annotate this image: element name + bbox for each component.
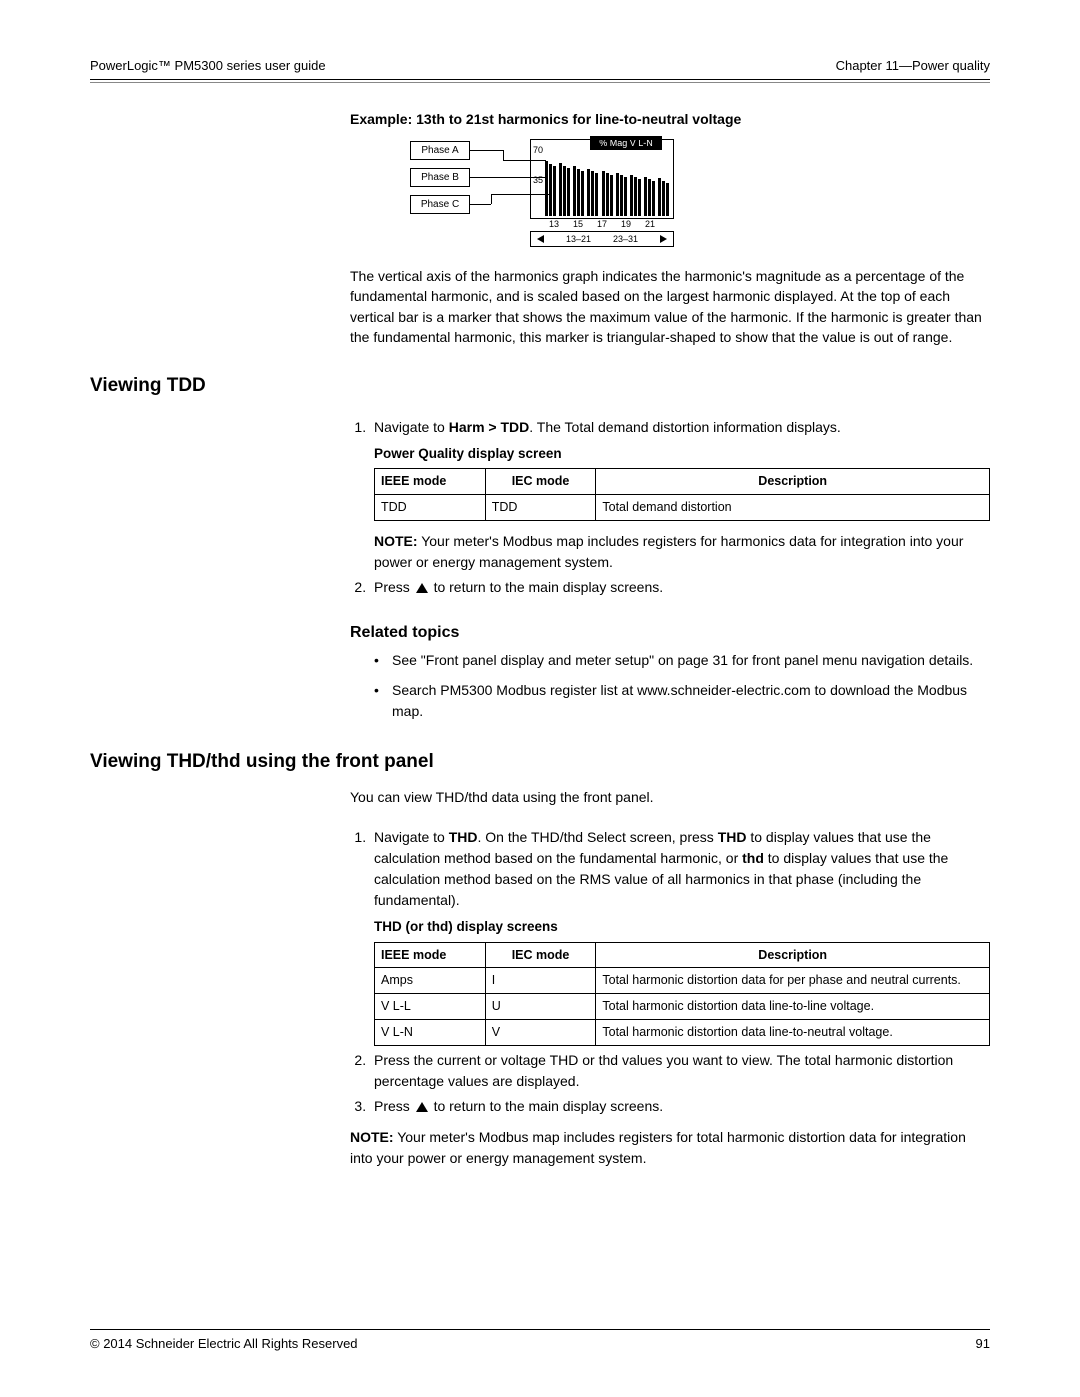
section-viewing-thd: Viewing THD/thd using the front panel xyxy=(90,751,990,773)
cell: Amps xyxy=(375,968,486,994)
range-nav: 13–21 23–31 xyxy=(530,231,674,247)
chart-bars xyxy=(545,154,669,216)
cell: TDD xyxy=(375,495,486,521)
connector-line xyxy=(469,150,503,151)
connector-line xyxy=(469,177,497,178)
tdd-step-1: Navigate to Harm > TDD. The Total demand… xyxy=(370,417,990,573)
note-label: NOTE: xyxy=(374,533,418,549)
range-right: 23–31 xyxy=(613,234,638,244)
btn-label: thd xyxy=(742,850,764,866)
up-arrow-icon xyxy=(416,583,428,593)
text: . The Total demand distortion informatio… xyxy=(529,419,841,435)
x-tick: 19 xyxy=(621,219,631,229)
page: PowerLogic™ PM5300 series user guide Cha… xyxy=(0,0,1080,1397)
note-text: Your meter's Modbus map includes registe… xyxy=(350,1129,966,1166)
cell: V xyxy=(485,1019,596,1045)
text: . On the THD/thd Select screen, press xyxy=(478,829,718,845)
chapter-label: Chapter 11—Power quality xyxy=(836,58,990,73)
tdd-steps: Navigate to Harm > TDD. The Total demand… xyxy=(90,417,990,598)
connector-line xyxy=(469,204,491,205)
up-arrow-icon xyxy=(416,1102,428,1112)
tdd-note: NOTE: Your meter's Modbus map includes r… xyxy=(374,531,990,573)
table-row: IEEE mode IEC mode Description xyxy=(375,942,990,968)
list-item: Search PM5300 Modbus register list at ww… xyxy=(370,680,990,723)
phase-a-box: Phase A xyxy=(410,141,470,160)
thd-table-caption: THD (or thd) display screens xyxy=(374,917,990,937)
thd-table: IEEE mode IEC mode Description Amps I To… xyxy=(374,942,990,1046)
note-label: NOTE: xyxy=(350,1129,394,1145)
harmonics-explainer: The vertical axis of the harmonics graph… xyxy=(350,266,990,347)
cell: I xyxy=(485,968,596,994)
thd-steps: Navigate to THD. On the THD/thd Select s… xyxy=(90,827,990,1116)
x-tick-row: 13 15 17 19 21 xyxy=(530,219,674,229)
page-footer: © 2014 Schneider Electric All Rights Res… xyxy=(90,1329,990,1351)
related-topics-heading: Related topics xyxy=(350,624,990,642)
th-iec: IEC mode xyxy=(485,942,596,968)
doc-title: PowerLogic™ PM5300 series user guide xyxy=(90,58,326,73)
tdd-table: IEEE mode IEC mode Description TDD TDD T… xyxy=(374,468,990,521)
th-ieee: IEEE mode xyxy=(375,942,486,968)
text: Navigate to xyxy=(374,419,449,435)
cell: Total demand distortion xyxy=(596,495,990,521)
thd-step-2: Press the current or voltage THD or thd … xyxy=(370,1050,990,1092)
cell: TDD xyxy=(485,495,596,521)
phase-b-box: Phase B xyxy=(410,168,470,187)
thd-step-3: Press to return to the main display scre… xyxy=(370,1096,990,1117)
cell: U xyxy=(485,994,596,1020)
th-iec: IEC mode xyxy=(485,469,596,495)
table-row: Amps I Total harmonic distortion data fo… xyxy=(375,968,990,994)
thd-step-1: Navigate to THD. On the THD/thd Select s… xyxy=(370,827,990,1045)
th-desc: Description xyxy=(596,469,990,495)
th-ieee: IEEE mode xyxy=(375,469,486,495)
text: Press xyxy=(374,579,414,595)
x-tick: 15 xyxy=(573,219,583,229)
x-tick: 13 xyxy=(549,219,559,229)
cell: V L-L xyxy=(375,994,486,1020)
cell: Total harmonic distortion data for per p… xyxy=(596,968,990,994)
harmonics-figure: Phase A Phase B Phase C % Mag V L-N 70 3… xyxy=(410,139,690,244)
note-text: Your meter's Modbus map includes registe… xyxy=(374,533,963,570)
cell: Total harmonic distortion data line-to-n… xyxy=(596,1019,990,1045)
text: to return to the main display screens. xyxy=(430,579,663,595)
section-viewing-tdd: Viewing TDD xyxy=(90,375,990,397)
list-item: See "Front panel display and meter setup… xyxy=(370,650,990,672)
text: Navigate to xyxy=(374,829,449,845)
text: Press xyxy=(374,1098,414,1114)
chart-box xyxy=(530,139,674,219)
btn-label: THD xyxy=(718,829,747,845)
page-number: 91 xyxy=(976,1336,990,1351)
page-header: PowerLogic™ PM5300 series user guide Cha… xyxy=(90,58,990,80)
cell: Total harmonic distortion data line-to-l… xyxy=(596,994,990,1020)
x-tick: 17 xyxy=(597,219,607,229)
tdd-step-2: Press to return to the main display scre… xyxy=(370,577,990,598)
nav-right-icon xyxy=(660,235,667,243)
related-topics-list: See "Front panel display and meter setup… xyxy=(90,650,990,723)
table-row: V L-L U Total harmonic distortion data l… xyxy=(375,994,990,1020)
th-desc: Description xyxy=(596,942,990,968)
tdd-table-caption: Power Quality display screen xyxy=(374,444,990,464)
phase-c-box: Phase C xyxy=(410,195,470,214)
connector-line xyxy=(491,194,492,204)
nav-path: Harm > TDD xyxy=(449,419,530,435)
thd-intro: You can view THD/thd data using the fron… xyxy=(350,787,990,807)
table-row: IEEE mode IEC mode Description xyxy=(375,469,990,495)
connector-line xyxy=(503,150,504,160)
thd-note: NOTE: Your meter's Modbus map includes r… xyxy=(350,1127,990,1169)
table-row: V L-N V Total harmonic distortion data l… xyxy=(375,1019,990,1045)
nav-left-icon xyxy=(537,235,544,243)
nav-path: THD xyxy=(449,829,478,845)
copyright: © 2014 Schneider Electric All Rights Res… xyxy=(90,1336,358,1351)
text: to return to the main display screens. xyxy=(430,1098,663,1114)
table-row: TDD TDD Total demand distortion xyxy=(375,495,990,521)
range-left: 13–21 xyxy=(566,234,591,244)
figure-caption: Example: 13th to 21st harmonics for line… xyxy=(350,111,990,127)
cell: V L-N xyxy=(375,1019,486,1045)
x-tick: 21 xyxy=(645,219,655,229)
